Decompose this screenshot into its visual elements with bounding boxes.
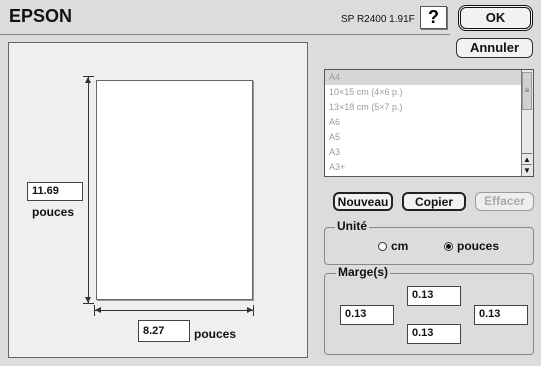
new-button[interactable]: Nouveau [333, 192, 393, 211]
paper-size-item[interactable]: 13×18 cm (5×7 p.) [325, 100, 523, 115]
brand-logo: EPSON [9, 6, 73, 26]
width-dimension-right-tick [253, 305, 254, 316]
height-field[interactable]: 11.69 [27, 182, 83, 201]
paper-size-items: A4 10×15 cm (4×6 p.) 13×18 cm (5×7 p.) A6 A5… [325, 70, 523, 175]
paper-size-item[interactable]: 10×15 cm (4×6 p.) [325, 85, 523, 100]
unit-cm-radio[interactable]: cm [378, 239, 408, 253]
header-divider [0, 34, 450, 35]
list-scrollbar[interactable]: ≡ ▲ ▼ [521, 70, 533, 176]
height-dimension-line [88, 76, 89, 304]
height-dimension-bottom-tick [83, 303, 94, 304]
radio-selected-icon [444, 241, 453, 251]
scroll-down-icon[interactable]: ▼ [522, 164, 532, 176]
help-button[interactable]: ? [420, 6, 447, 29]
copy-button[interactable]: Copier [402, 192, 466, 211]
unit-group-title: Unité [335, 219, 369, 233]
paper-size-list[interactable]: A4 10×15 cm (4×6 p.) 13×18 cm (5×7 p.) A6 A5… [324, 69, 534, 177]
width-unit-label: pouces [194, 327, 237, 341]
unit-cm-label: cm [391, 239, 409, 253]
arrow-right-icon [247, 307, 253, 313]
cancel-button[interactable]: Annuler [456, 38, 533, 58]
ok-button[interactable]: OK [458, 5, 533, 31]
paper-size-item[interactable]: A6 [325, 115, 523, 130]
printer-model: SP R2400 1.91F [341, 14, 415, 25]
margin-bottom-field[interactable]: 0.13 [407, 324, 461, 344]
paper-size-item[interactable]: A4 [325, 70, 523, 85]
radio-unselected-icon [378, 241, 387, 251]
margin-right-field[interactable]: 0.13 [474, 305, 528, 325]
margin-top-field[interactable]: 0.13 [407, 286, 461, 306]
arrow-left-icon [95, 307, 101, 313]
paper-preview [96, 80, 253, 300]
arrow-down-icon [85, 297, 91, 303]
margin-left-field[interactable]: 0.13 [340, 305, 394, 325]
scroll-thumb[interactable]: ≡ [522, 72, 532, 110]
margins-group-title: Marge(s) [336, 265, 391, 279]
paper-size-item[interactable]: A3+ [325, 160, 523, 175]
height-unit-label: pouces [32, 205, 75, 219]
unit-inch-label: pouces [457, 239, 500, 253]
paper-size-item[interactable]: A5 [325, 130, 523, 145]
width-dimension-line [94, 310, 254, 311]
paper-size-item[interactable]: A3 [325, 145, 523, 160]
delete-button[interactable]: Effacer [475, 192, 534, 211]
arrow-up-icon [85, 77, 91, 83]
unit-inch-radio[interactable]: pouces [444, 239, 499, 253]
width-field[interactable]: 8.27 [138, 320, 190, 342]
